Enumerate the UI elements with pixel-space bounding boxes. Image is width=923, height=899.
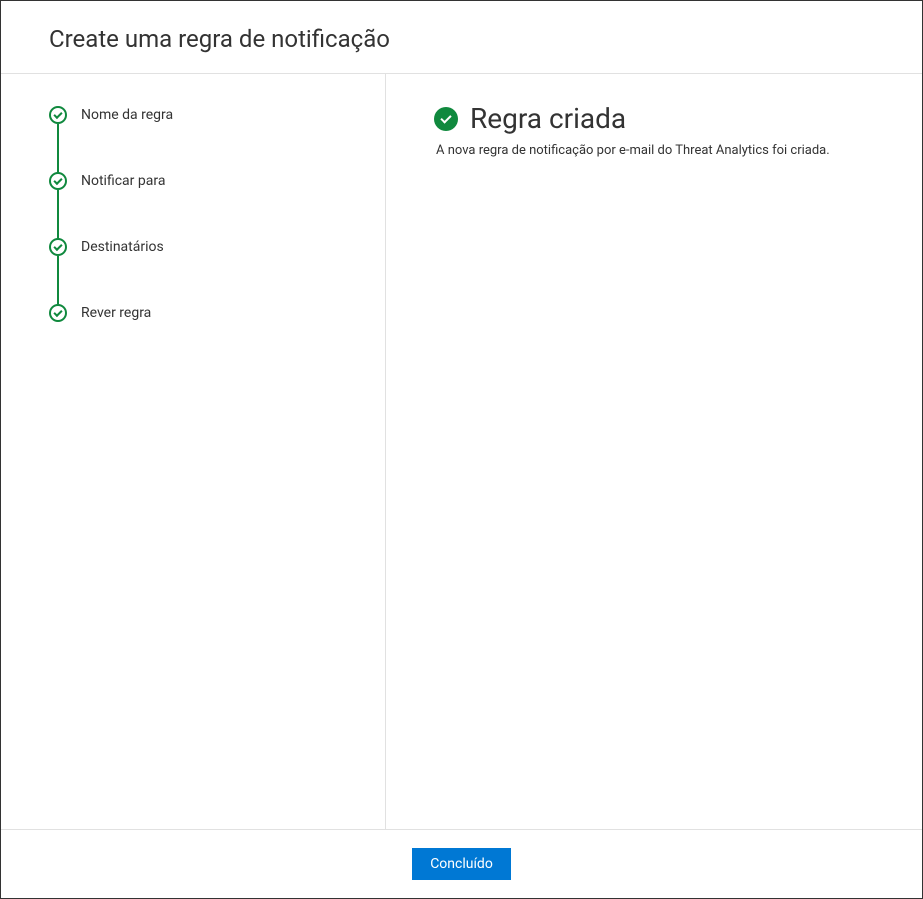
done-button[interactable]: Concluído [412, 848, 511, 880]
checkmark-icon [53, 307, 62, 316]
step-label: Destinatários [81, 239, 164, 255]
step-item-review-rule[interactable]: Rever regra [49, 304, 385, 322]
dialog-container: Create uma regra de notificação Nome da … [1, 1, 922, 898]
step-connector [57, 124, 59, 174]
check-circle-icon [49, 172, 67, 190]
step-connector [57, 256, 59, 306]
step-item-rule-name[interactable]: Nome da regra [49, 106, 385, 172]
checkmark-icon [53, 109, 62, 118]
success-circle-icon [434, 107, 458, 131]
check-circle-icon [49, 106, 67, 124]
step-label: Nome da regra [81, 107, 173, 123]
dialog-footer: Concluído [1, 829, 922, 898]
check-circle-icon [49, 304, 67, 322]
dialog-body: Nome da regra Notificar para Destinatári… [1, 74, 922, 829]
dialog-title: Create uma regra de notificação [49, 25, 874, 53]
step-item-recipients[interactable]: Destinatários [49, 238, 385, 304]
wizard-sidebar: Nome da regra Notificar para Destinatári… [1, 74, 386, 829]
step-connector [57, 190, 59, 240]
checkmark-icon [440, 112, 451, 123]
checkmark-icon [53, 241, 62, 250]
check-circle-icon [49, 238, 67, 256]
step-list: Nome da regra Notificar para Destinatári… [49, 106, 385, 322]
result-header: Regra criada [434, 102, 882, 135]
checkmark-icon [53, 175, 62, 184]
main-panel: Regra criada A nova regra de notificação… [386, 74, 922, 829]
result-description: A nova regra de notificação por e-mail d… [436, 143, 882, 158]
step-label: Notificar para [81, 173, 165, 189]
result-title: Regra criada [470, 102, 626, 135]
step-label: Rever regra [81, 305, 151, 321]
step-item-notify-on[interactable]: Notificar para [49, 172, 385, 238]
dialog-header: Create uma regra de notificação [1, 1, 922, 74]
